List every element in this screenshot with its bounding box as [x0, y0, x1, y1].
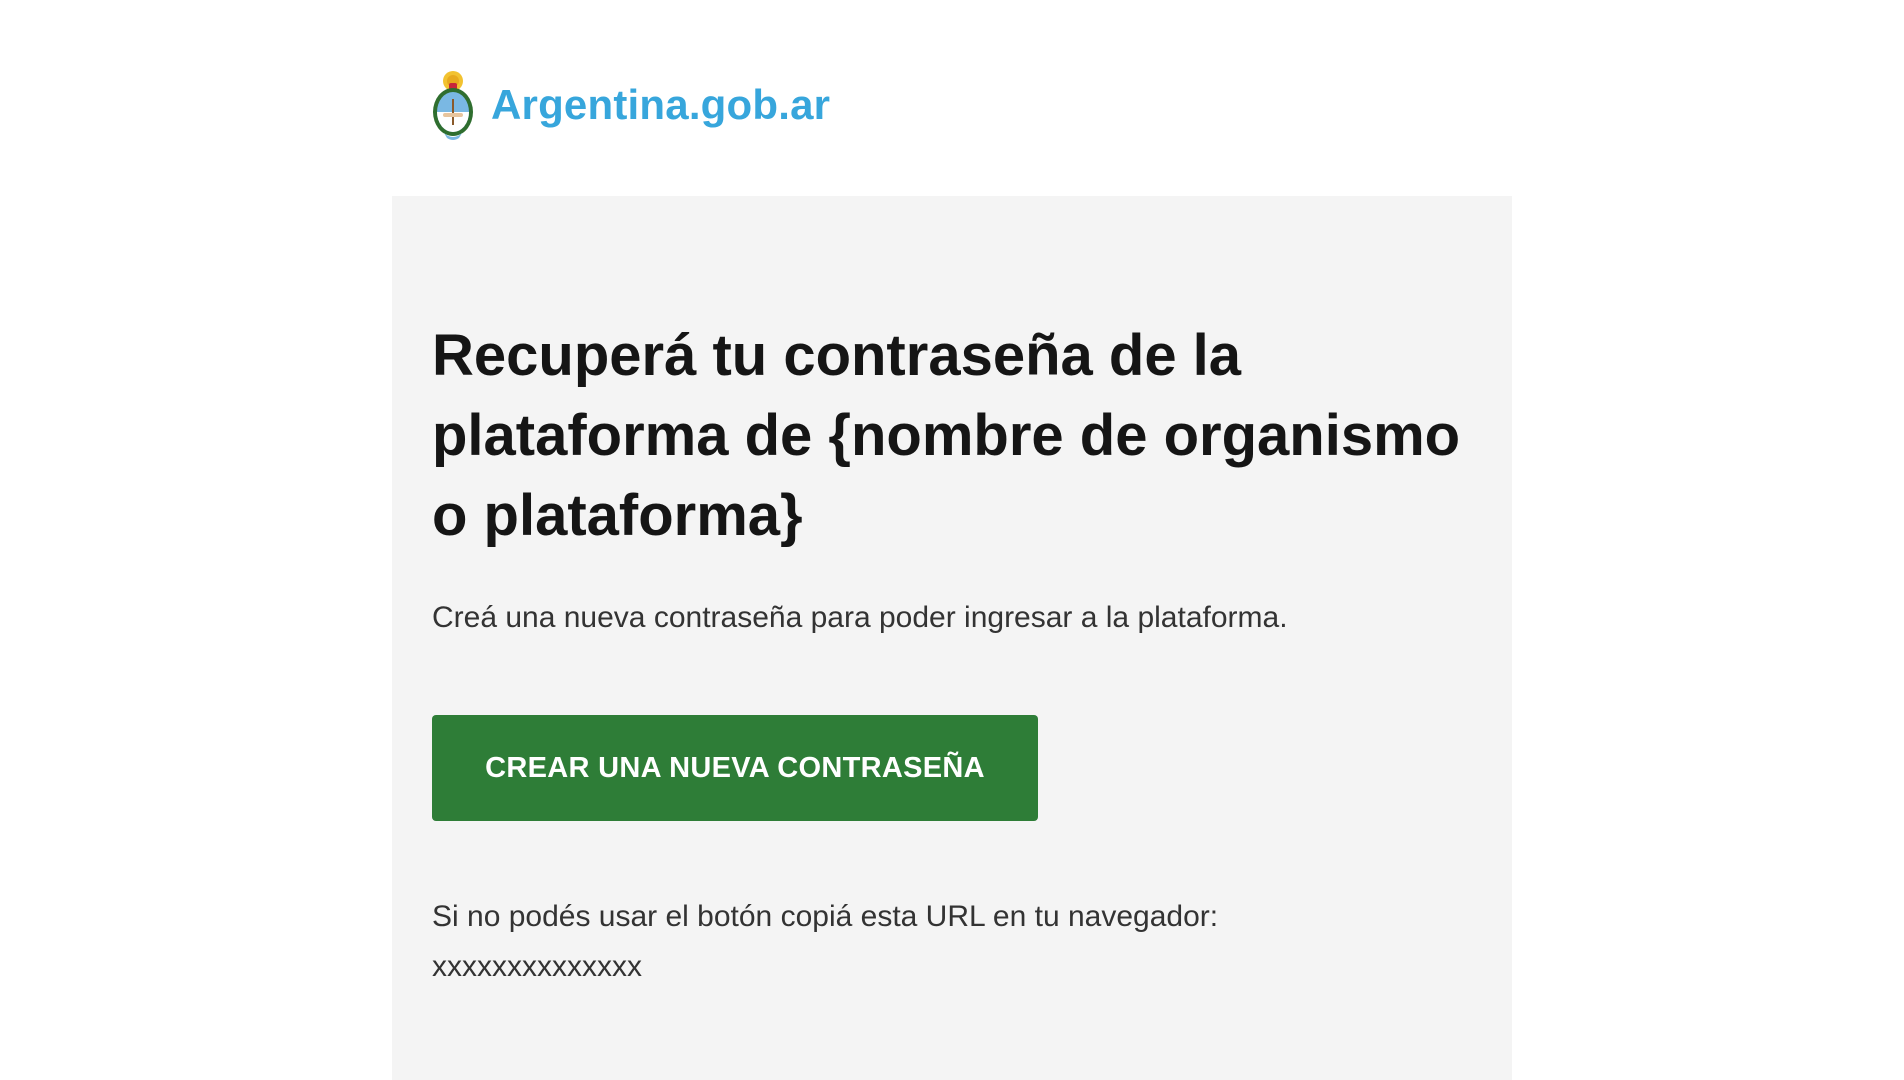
email-page: Argentina.gob.ar Recuperá tu contraseña …: [0, 0, 1904, 1080]
page-title: Recuperá tu contraseña de la plataforma …: [432, 323, 1461, 548]
brand-logo-text: Argentina.gob.ar: [491, 81, 831, 128]
header-logo[interactable]: Argentina.gob.ar: [430, 68, 830, 142]
fallback-url[interactable]: xxxxxxxxxxxxxx: [432, 942, 1218, 992]
create-new-password-button[interactable]: CREAR UNA NUEVA CONTRASEÑA: [432, 715, 1038, 821]
fallback-instructions: Si no podés usar el botón copiá esta URL…: [432, 892, 1218, 992]
instruction-text: Creá una nueva contraseña para poder ing…: [432, 601, 1288, 634]
fallback-text: Si no podés usar el botón copiá esta URL…: [432, 900, 1219, 933]
content-card: Recuperá tu contraseña de la plataforma …: [392, 196, 1512, 1080]
argentina-coat-of-arms-icon: [433, 71, 473, 140]
